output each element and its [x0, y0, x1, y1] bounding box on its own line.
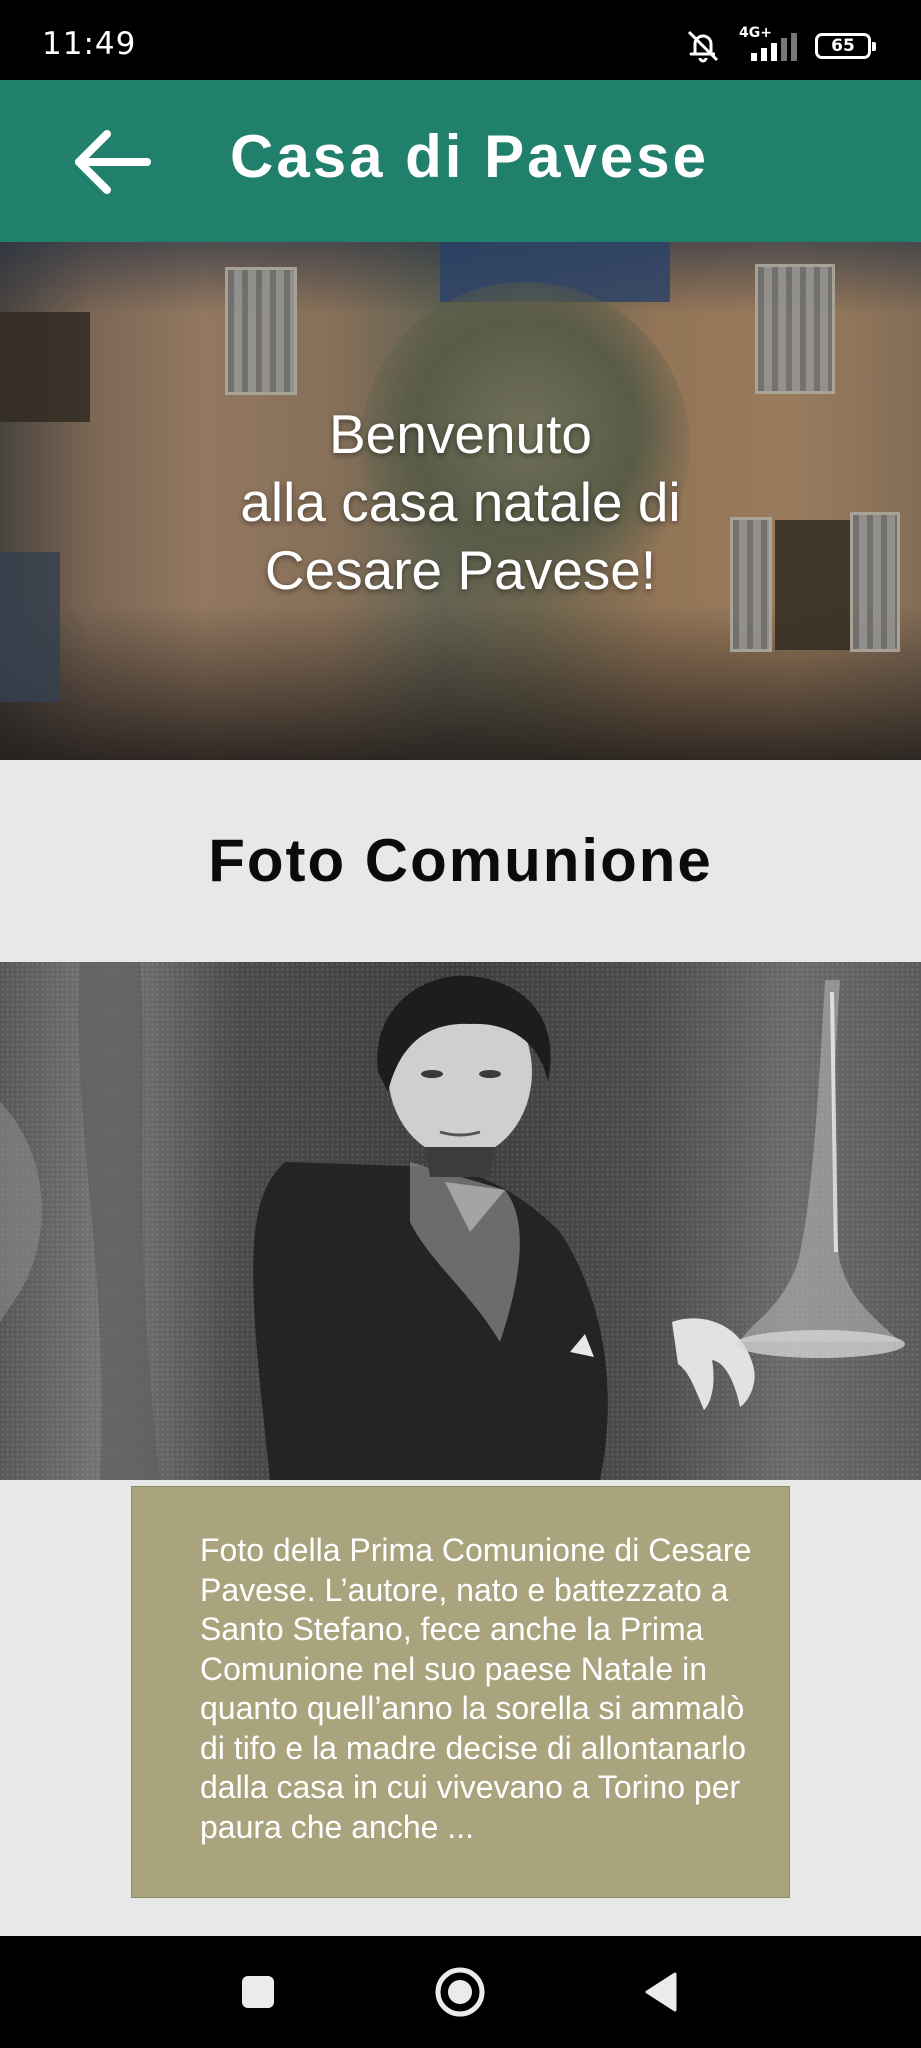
status-bar: 11:49 4G+ 65 [0, 0, 921, 80]
hero-banner: Benvenuto alla casa natale di Cesare Pav… [0, 242, 921, 760]
page-title: Casa di Pavese [230, 123, 709, 190]
caption-card[interactable]: Foto della Prima Comunione di Cesare Pav… [131, 1486, 790, 1898]
recents-icon [242, 1976, 274, 2008]
section-title: Foto Comunione [208, 827, 713, 894]
battery-icon: 65 [815, 33, 876, 59]
back-icon [645, 1972, 677, 2012]
recents-button[interactable] [222, 1956, 294, 2028]
battery-level: 65 [831, 36, 855, 56]
welcome-text: Benvenuto alla casa natale di Cesare Pav… [240, 403, 681, 601]
bell-off-icon [687, 30, 719, 63]
signal-icon: 4G+ [737, 25, 801, 63]
status-icons: 4G+ 65 [683, 25, 876, 66]
back-nav-button[interactable] [625, 1956, 697, 2028]
status-time: 11:49 [42, 26, 137, 62]
communion-photo-illustration [0, 962, 905, 1480]
caption-text: Foto della Prima Comunione di Cesare Pav… [200, 1532, 752, 1845]
back-button[interactable] [70, 120, 156, 204]
arrow-left-icon [75, 130, 151, 194]
app-bar: Casa di Pavese [0, 80, 921, 242]
communion-photo [0, 962, 921, 1480]
system-nav-bar [0, 1936, 921, 2048]
home-icon [435, 1967, 485, 2017]
home-button[interactable] [424, 1956, 496, 2028]
